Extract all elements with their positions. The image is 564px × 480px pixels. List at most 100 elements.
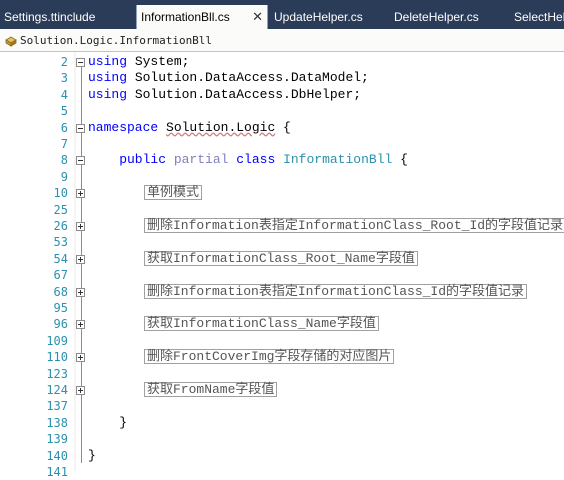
code-editor[interactable]: 2 using System; 3 using Solution.DataAccess… (0, 52, 564, 479)
line-number: 141 (46, 465, 68, 479)
code-line[interactable]: 110 删除FrontCoverImg字段存储的对应图片 (0, 349, 564, 365)
collapsed-region[interactable]: 获取InformationClass_Root_Name字段值 (144, 250, 418, 266)
line-number: 124 (46, 383, 68, 397)
code-line[interactable]: 96 获取InformationClass_Name字段值 (0, 316, 564, 332)
code-text: namespace Solution.Logic { (88, 120, 291, 136)
close-icon[interactable]: ✕ (252, 5, 263, 29)
line-number: 8 (60, 153, 68, 168)
expand-outline-icon[interactable] (76, 189, 85, 199)
code-line[interactable]: 137 (0, 398, 564, 414)
line-number: 9 (60, 169, 68, 184)
code-text: } (88, 415, 127, 431)
code-line[interactable]: 54 获取InformationClass_Root_Name字段值 (0, 250, 564, 267)
tab-label: DeleteHelper.cs (394, 10, 479, 24)
expand-outline-icon[interactable] (76, 386, 85, 395)
code-line[interactable]: 139 (0, 431, 564, 447)
code-line[interactable]: 141 (0, 464, 564, 480)
line-number: 139 (46, 432, 68, 447)
code-token: using (88, 70, 128, 86)
collapse-outline-icon[interactable] (76, 123, 85, 133)
line-number: 54 (53, 251, 68, 266)
line-number: 109 (46, 333, 68, 348)
line-number: 68 (53, 284, 68, 299)
code-token: class (236, 152, 276, 168)
code-token: using (88, 86, 128, 102)
code-text: public partial class InformationBll { (88, 152, 408, 168)
type-navigation-bar[interactable]: Solution.Logic.InformationBll (0, 31, 564, 52)
collapsed-region[interactable]: 删除Information表指定InformationClass_Id的字段值记… (144, 283, 528, 299)
line-number: 140 (46, 448, 68, 463)
code-line[interactable]: 6 namespace Solution.Logic { (0, 120, 564, 136)
line-number: 96 (53, 317, 68, 332)
expand-outline-icon[interactable] (76, 254, 85, 264)
collapsed-region[interactable]: 获取FromName字段值 (144, 382, 278, 397)
tab-updatehelper-cs[interactable]: UpdateHelper.cs (270, 5, 388, 29)
code-line[interactable]: 10 单例模式 (0, 185, 564, 201)
code-line[interactable]: 5 (0, 103, 564, 119)
collapsed-region[interactable]: 单例模式 (144, 185, 203, 201)
code-token: System; (127, 54, 190, 69)
collapse-outline-icon[interactable] (76, 58, 85, 67)
collapse-outline-icon[interactable] (76, 156, 85, 166)
code-line[interactable]: 4 using Solution.DataAccess.DbHelper; (0, 87, 564, 103)
tab-label: UpdateHelper.cs (274, 10, 363, 24)
line-number: 6 (60, 120, 68, 135)
code-text: } (88, 448, 96, 464)
line-number: 3 (60, 71, 68, 86)
code-token: InformationBll (283, 152, 393, 168)
expand-outline-icon[interactable] (76, 287, 85, 297)
code-line[interactable]: 124 获取FromName字段值 (0, 382, 564, 398)
tab-selecthelper-cs[interactable]: SelectHel (510, 5, 564, 29)
collapsed-region[interactable]: 删除FrontCoverImg字段存储的对应图片 (144, 349, 395, 365)
line-number: 137 (46, 399, 68, 414)
code-line[interactable]: 67 (0, 267, 564, 283)
line-number: 123 (46, 366, 68, 381)
tab-deletehelper-cs[interactable]: DeleteHelper.cs (390, 5, 508, 29)
collapsed-region[interactable]: 删除Information表指定InformationClass_Root_Id… (144, 218, 564, 233)
line-number: 5 (60, 104, 68, 119)
code-line[interactable]: 53 (0, 234, 564, 250)
line-number: 7 (60, 137, 68, 151)
code-line[interactable]: 138 } (0, 415, 564, 431)
code-line[interactable]: 2 using System; (0, 54, 564, 70)
line-number: 67 (53, 268, 68, 283)
code-token: { (392, 152, 408, 168)
expand-outline-icon[interactable] (76, 353, 85, 363)
code-text: using Solution.DataAccess.DbHelper; (88, 87, 361, 103)
code-line[interactable]: 8 public partial class InformationBll { (0, 152, 564, 168)
tab-informationbll-cs[interactable]: InformationBll.cs ✕ (136, 5, 268, 29)
code-line[interactable]: 95 (0, 300, 564, 316)
tab-settings-ttinclude[interactable]: Settings.ttinclude (0, 5, 134, 29)
code-line[interactable]: 140} (0, 448, 564, 464)
line-number: 110 (46, 350, 68, 365)
line-number: 2 (60, 55, 68, 69)
code-token: } (88, 414, 128, 430)
code-line[interactable]: 7 (0, 136, 564, 152)
document-tab-strip: Settings.ttinclude InformationBll.cs ✕ U… (0, 0, 564, 31)
line-number: 25 (53, 202, 68, 217)
tab-label: Settings.ttinclude (4, 10, 96, 24)
line-number: 26 (53, 219, 68, 233)
tab-label: SelectHel (514, 10, 564, 24)
code-text: using Solution.DataAccess.DataModel; (88, 70, 369, 86)
code-line[interactable]: 26 删除Information表指定InformationClass_Root_… (0, 218, 564, 234)
expand-outline-icon[interactable] (76, 222, 85, 231)
code-line[interactable]: 25 (0, 202, 564, 218)
code-line[interactable]: 123 (0, 366, 564, 382)
code-token: Solution.Logic (166, 119, 276, 135)
collapsed-region[interactable]: 获取InformationClass_Name字段值 (144, 316, 379, 332)
code-token: Solution.DataAccess.DbHelper; (127, 86, 362, 102)
code-token: Solution.DataAccess.DataModel; (127, 70, 369, 86)
line-number: 4 (60, 87, 68, 102)
code-line[interactable]: 68 删除Information表指定InformationClass_Id的字段… (0, 283, 564, 300)
code-token: partial (173, 152, 229, 168)
code-line[interactable]: 9 (0, 169, 564, 185)
code-token: using (88, 54, 128, 69)
expand-outline-icon[interactable] (76, 320, 85, 330)
code-line[interactable]: 109 (0, 333, 564, 349)
code-token: } (88, 447, 96, 463)
code-line[interactable]: 3 using Solution.DataAccess.DataModel; (0, 70, 564, 86)
